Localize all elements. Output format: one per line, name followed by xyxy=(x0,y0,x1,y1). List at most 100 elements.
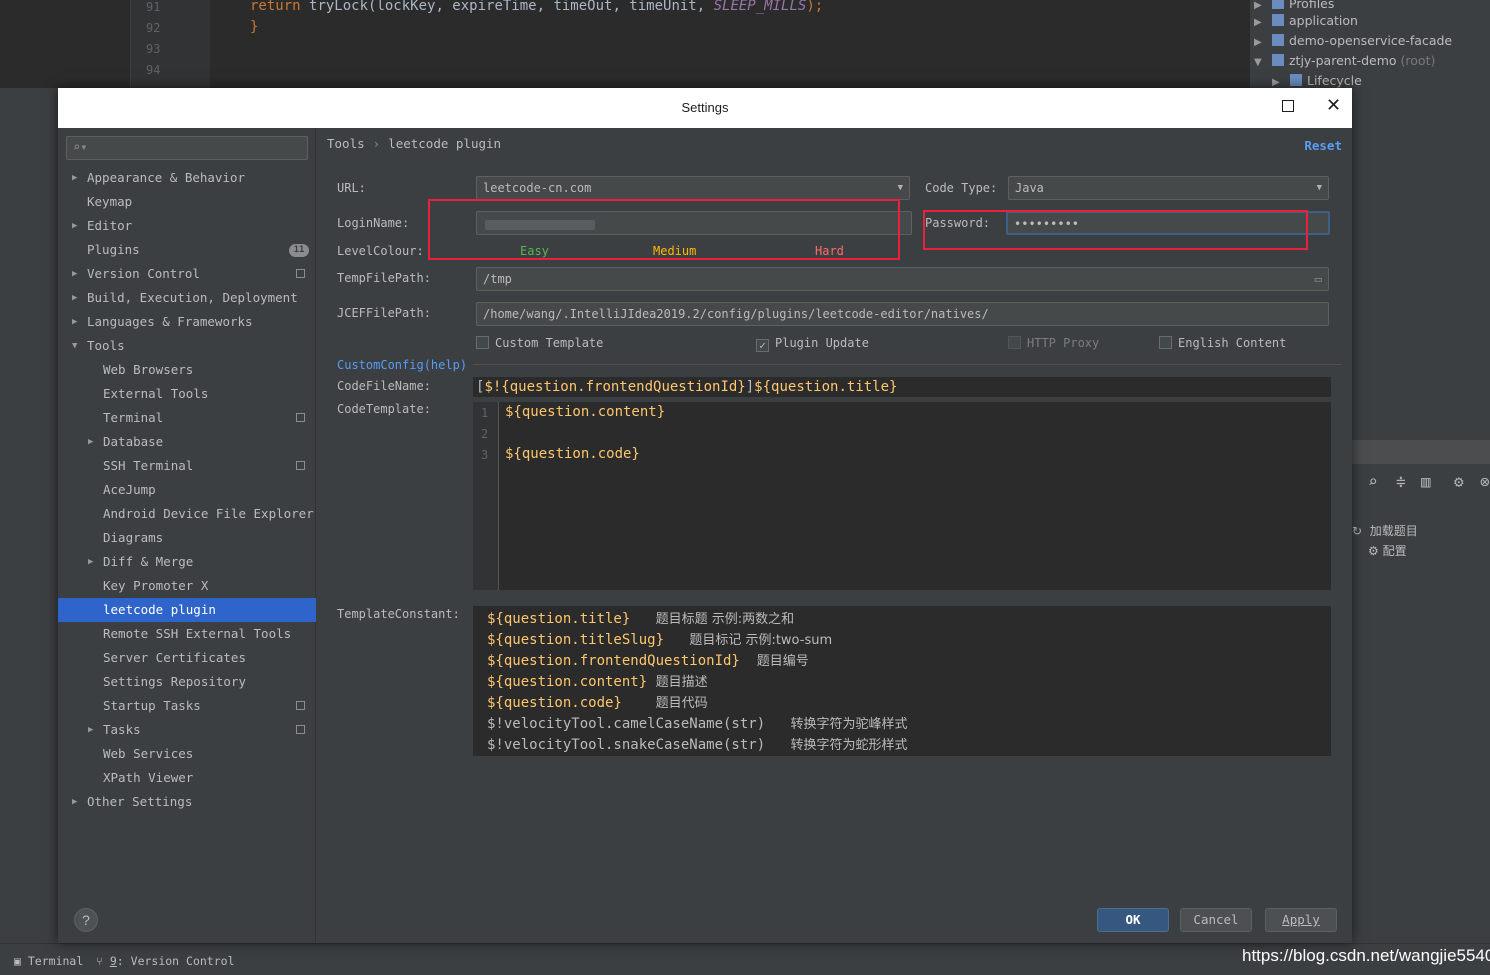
temp-file-path-input[interactable]: /tmp ▭ xyxy=(476,267,1329,291)
project-scope-icon xyxy=(296,725,305,734)
code-constant: SLEEP_MILLS xyxy=(713,0,807,14)
load-problems-item[interactable]: ↻ 加载题目 xyxy=(1352,522,1418,539)
background-gutter xyxy=(130,0,210,88)
title-bar: Settings ✕ xyxy=(58,88,1352,128)
close-button[interactable]: ✕ xyxy=(1326,95,1341,116)
line-number: 3 xyxy=(481,448,489,462)
nav-xpath-viewer[interactable]: XPath Viewer xyxy=(58,766,316,790)
version-control-tab[interactable]: ⑂ 9: Version Control xyxy=(96,954,235,968)
line-number: 93 xyxy=(146,42,161,56)
nav-acejump[interactable]: AceJump xyxy=(58,478,316,502)
template-constant-label: TemplateConstant: xyxy=(337,607,460,621)
jcef-file-path-label: JCEFFilePath: xyxy=(337,306,431,320)
dialog-title: Settings xyxy=(681,100,729,115)
ok-button[interactable]: OK xyxy=(1097,908,1169,932)
bars-icon[interactable]: ▥ xyxy=(1421,472,1431,491)
nav-appearance-behavior[interactable]: ▶ Appearance & Behavior xyxy=(58,166,316,190)
nav-diff-merge[interactable]: ▶ Diff & Merge xyxy=(58,550,316,574)
nav-terminal[interactable]: Terminal xyxy=(58,406,316,430)
expand-arrow-icon: ▶ xyxy=(1254,37,1262,48)
nav-editor[interactable]: ▶ Editor xyxy=(58,214,316,238)
highlight-box-login xyxy=(428,199,900,260)
maximize-button[interactable] xyxy=(1282,100,1294,112)
collapse-icon[interactable]: ≑ xyxy=(1396,472,1406,491)
english-content-checkbox[interactable]: English Content xyxy=(1159,336,1286,350)
custom-template-checkbox[interactable]: Custom Template xyxy=(476,336,603,350)
section-divider xyxy=(337,364,1341,365)
level-colour-label: LevelColour: xyxy=(337,244,424,258)
watermark: https://blog.csdn.net/wangjie5540 xyxy=(1242,946,1490,965)
nav-settings-repository[interactable]: Settings Repository xyxy=(58,670,316,694)
settings-search-input[interactable]: ⌕▾ xyxy=(66,136,308,160)
nav-database[interactable]: ▶ Database xyxy=(58,430,316,454)
code-type-label: Code Type: xyxy=(925,181,998,195)
nav-diagrams[interactable]: Diagrams xyxy=(58,526,316,550)
nav-leetcode-plugin[interactable]: leetcode plugin xyxy=(58,598,316,622)
tree-item-facade[interactable]: ▶ demo-openservice-facade xyxy=(1254,31,1452,51)
tree-item-application[interactable]: ▶ application xyxy=(1254,11,1358,31)
config-item[interactable]: ⚙ 配置 xyxy=(1368,542,1407,559)
nav-other-settings[interactable]: ▶ Other Settings xyxy=(58,790,316,814)
nav-tasks[interactable]: ▶ Tasks xyxy=(58,718,316,742)
project-scope-icon xyxy=(296,269,305,278)
nav-version-control[interactable]: ▶ Version Control xyxy=(58,262,316,286)
nav-plugins[interactable]: Plugins 11 xyxy=(58,238,316,262)
url-label: URL: xyxy=(337,181,366,195)
nav-key-promoter-x[interactable]: Key Promoter X xyxy=(58,574,316,598)
line-number: 92 xyxy=(146,21,161,35)
nav-web-browsers[interactable]: Web Browsers xyxy=(58,358,316,382)
gear-icon[interactable]: ⚙ xyxy=(1454,472,1464,491)
nav-android-device-file-explorer[interactable]: Android Device File Explorer xyxy=(58,502,316,526)
expand-arrow-icon: ▶ xyxy=(72,173,78,183)
jcef-file-path-input[interactable]: /home/wang/.IntelliJIdea2019.2/config/pl… xyxy=(476,302,1329,326)
search-icon[interactable]: ⌕ xyxy=(1368,472,1378,491)
apply-button[interactable]: Apply xyxy=(1265,908,1337,932)
code-line: return tryLock(lockKey, expireTime, time… xyxy=(250,0,823,14)
code-type-select[interactable]: Java ▼ xyxy=(1008,176,1329,200)
code-file-name-input[interactable]: [$!{question.frontendQuestionId}]${quest… xyxy=(473,377,1331,397)
folder-icon[interactable]: ▭ xyxy=(1315,268,1322,290)
temp-file-path-label: TempFilePath: xyxy=(337,271,431,285)
breadcrumb-parent[interactable]: Tools xyxy=(327,136,365,151)
url-select[interactable]: leetcode-cn.com ▼ xyxy=(476,176,910,200)
nav-tools[interactable]: ▼ Tools xyxy=(58,334,316,358)
custom-config-help-link[interactable]: CustomConfig(help) xyxy=(337,358,474,372)
constant-row: $!velocityTool.camelCaseName(str) 转换字符为驼… xyxy=(487,716,908,732)
template-line: ${question.code} xyxy=(505,446,640,462)
nav-build-execution[interactable]: ▶ Build, Execution, Deployment xyxy=(58,286,316,310)
tree-item-parent[interactable]: ▼ ztjy-parent-demo (root) xyxy=(1254,51,1435,71)
nav-startup-tasks[interactable]: Startup Tasks xyxy=(58,694,316,718)
nav-languages-frameworks[interactable]: ▶ Languages & Frameworks xyxy=(58,310,316,334)
nav-keymap[interactable]: Keymap xyxy=(58,190,316,214)
folder-icon xyxy=(1290,74,1302,86)
tool-window-toolbar xyxy=(1352,440,1490,464)
checkbox-box xyxy=(476,336,489,349)
breadcrumb-current: leetcode plugin xyxy=(388,136,502,151)
close-icon[interactable]: ⊗ xyxy=(1480,472,1490,491)
code-call: tryLock(lockKey, expireTime, timeOut, ti… xyxy=(309,0,714,14)
nav-external-tools[interactable]: External Tools xyxy=(58,382,316,406)
cancel-button[interactable]: Cancel xyxy=(1180,908,1252,932)
code-template-editor[interactable]: 1 2 3 ${question.content} ${question.cod… xyxy=(473,402,1331,590)
nav-ssh-terminal[interactable]: SSH Terminal xyxy=(58,454,316,478)
terminal-tab[interactable]: ▣ Terminal xyxy=(14,954,83,968)
settings-content: Tools › leetcode plugin Reset URL: leetcod… xyxy=(317,128,1352,892)
expand-arrow-icon: ▶ xyxy=(88,725,94,735)
constant-row: ${question.title} 题目标题 示例:两数之和 xyxy=(487,611,795,627)
project-scope-icon xyxy=(296,413,305,422)
settings-dialog: Settings ✕ ⌕▾ ▶ Appearance & Behavior Key… xyxy=(58,88,1352,943)
http-proxy-checkbox[interactable]: HTTP Proxy xyxy=(1008,336,1099,350)
template-constant-area[interactable]: ${question.title} 题目标题 示例:两数之和 ${questio… xyxy=(473,606,1331,756)
nav-server-certificates[interactable]: Server Certificates xyxy=(58,646,316,670)
collapse-arrow-icon: ▼ xyxy=(1254,57,1262,68)
nav-web-services[interactable]: Web Services xyxy=(58,742,316,766)
code-template-label: CodeTemplate: xyxy=(337,402,431,416)
nav-remote-ssh-external-tools[interactable]: Remote SSH External Tools xyxy=(58,622,316,646)
help-button[interactable]: ? xyxy=(74,908,98,932)
plugin-update-checkbox[interactable]: ✓ Plugin Update xyxy=(756,336,869,352)
module-icon xyxy=(1272,14,1284,26)
search-icon: ⌕▾ xyxy=(73,140,88,154)
project-scope-icon xyxy=(296,701,305,710)
reset-link[interactable]: Reset xyxy=(1304,138,1342,153)
highlight-box-password xyxy=(923,210,1308,250)
